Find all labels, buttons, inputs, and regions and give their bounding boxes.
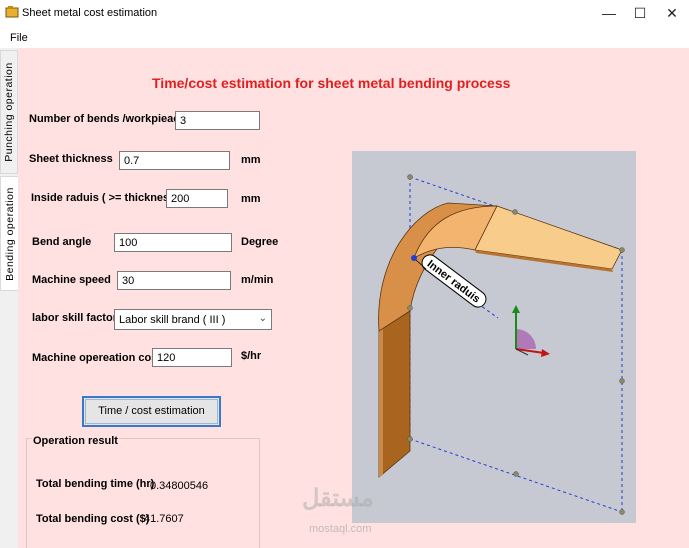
flange-side: [378, 310, 411, 478]
watermark-latin: mostaql.com: [309, 523, 372, 535]
flange-edge: [379, 327, 383, 477]
page-title: Time/cost estimation for sheet metal ben…: [152, 75, 511, 91]
radius-input[interactable]: 200: [166, 189, 228, 208]
thickness-unit: mm: [241, 154, 261, 166]
bending-time-label: Total bending time (hr): [36, 478, 155, 490]
app-icon: [5, 6, 19, 18]
bent-sheet-drawing: Inner raduis: [378, 174, 625, 515]
radius-label: Inside raduis ( >= thickness): [31, 192, 179, 204]
bend-illustration: Inner raduis: [352, 151, 636, 523]
speed-input[interactable]: 30: [117, 271, 231, 290]
inner-radius-label: Inner raduis: [425, 258, 483, 305]
tab-punching-operation[interactable]: Punching operation: [0, 50, 18, 174]
bending-cost-value: 41.7607: [144, 513, 184, 525]
skill-factor-select[interactable]: Labor skill brand ( III ) ⌄: [114, 309, 272, 330]
close-button[interactable]: ✕: [652, 0, 689, 27]
operation-result-legend: Operation result: [32, 435, 119, 447]
chevron-down-icon: ⌄: [258, 313, 267, 324]
tab-punching-label: Punching operation: [3, 62, 15, 162]
sheet-top-face: [474, 205, 623, 270]
operation-result-group: [26, 438, 260, 548]
machine-cost-unit: $/hr: [241, 350, 262, 362]
menu-file[interactable]: File: [10, 32, 28, 44]
radius-unit: mm: [241, 193, 261, 205]
angle-input[interactable]: 100: [114, 233, 232, 252]
bending-cost-label: Total bending cost ($): [36, 513, 150, 525]
bends-input[interactable]: 3: [175, 111, 260, 130]
thickness-label: Sheet thickness: [29, 153, 113, 165]
tab-bending-label: Bending operation: [3, 186, 16, 281]
machine-cost-label: Machine opereation cost: [32, 352, 161, 364]
window-title: Sheet metal cost estimation: [22, 7, 158, 19]
axis-triad-icon: [512, 305, 550, 357]
skill-label: labor skill factor: [32, 312, 117, 324]
thickness-input[interactable]: 0.7: [119, 151, 230, 170]
angle-unit: Degree: [241, 236, 279, 248]
tab-bending-operation[interactable]: Bending operation: [0, 176, 18, 291]
angle-label: Bend angle: [32, 236, 92, 248]
machine-cost-input[interactable]: 120: [152, 348, 232, 367]
speed-label: Machine speed: [32, 274, 111, 286]
title-bar: Sheet metal cost estimation — ☐ ✕: [0, 0, 689, 27]
bends-label: Number of bends /workpieace: [29, 113, 186, 125]
speed-unit: m/min: [241, 274, 274, 286]
vertical-tab-strip: Punching operation Bending operation: [0, 48, 18, 548]
watermark-arabic: مستقل: [302, 485, 374, 512]
bending-operation-panel: Time/cost estimation for sheet metal ben…: [18, 48, 689, 548]
estimate-button[interactable]: Time / cost estimation: [82, 396, 221, 427]
bending-time-value: 0.34800546: [150, 480, 209, 492]
inner-radius-callout: Inner raduis: [421, 254, 487, 308]
menu-bar: File: [0, 27, 689, 48]
skill-select-value: Labor skill brand ( III ): [119, 314, 226, 326]
